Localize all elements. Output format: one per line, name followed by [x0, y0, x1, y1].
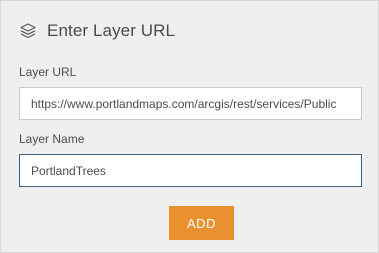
panel-title: Enter Layer URL — [47, 21, 176, 40]
layer-name-label: Layer Name — [19, 132, 85, 146]
panel-header: Enter Layer URL — [19, 19, 175, 43]
add-button[interactable]: ADD — [169, 206, 234, 240]
layers-icon — [19, 22, 37, 40]
layer-url-input[interactable] — [19, 87, 362, 120]
enter-layer-url-panel: Enter Layer URL Layer URL Layer Name ADD — [0, 0, 379, 253]
layer-name-input[interactable] — [19, 154, 362, 187]
layer-url-label: Layer URL — [19, 65, 77, 79]
